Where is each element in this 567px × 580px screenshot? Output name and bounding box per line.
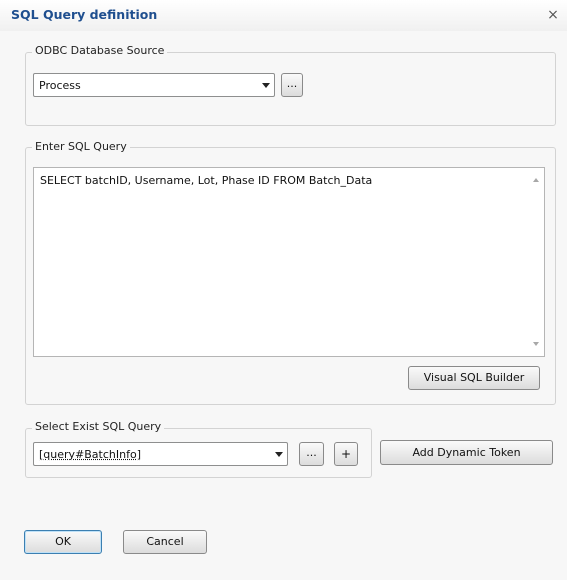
odbc-browse-button[interactable]: ...	[281, 73, 303, 97]
sql-query-text: SELECT batchID, Username, Lot, Phase ID …	[40, 174, 373, 187]
cancel-button[interactable]: Cancel	[123, 530, 207, 554]
chevron-down-icon	[275, 452, 283, 457]
odbc-source-select[interactable]: Process	[33, 73, 275, 97]
odbc-source-value: Process	[39, 79, 81, 92]
visual-sql-builder-button[interactable]: Visual SQL Builder	[408, 366, 540, 390]
close-icon[interactable]: ×	[546, 8, 560, 22]
scroll-down-icon[interactable]	[533, 342, 539, 346]
existing-query-value: [query#BatchInfo]	[39, 448, 141, 461]
ok-button[interactable]: OK	[24, 530, 102, 554]
sql-query-legend: Enter SQL Query	[32, 140, 130, 153]
window-title: SQL Query definition	[11, 7, 158, 22]
sql-query-input[interactable]: SELECT batchID, Username, Lot, Phase ID …	[33, 167, 545, 357]
existing-query-select[interactable]: [query#BatchInfo]	[33, 442, 288, 466]
existing-query-browse-button[interactable]: ...	[299, 442, 324, 466]
scroll-up-icon[interactable]	[533, 178, 539, 182]
title-bar: SQL Query definition ×	[0, 0, 567, 31]
add-dynamic-token-button[interactable]: Add Dynamic Token	[380, 440, 553, 465]
chevron-down-icon	[262, 83, 270, 88]
existing-query-legend: Select Exist SQL Query	[32, 420, 165, 433]
add-query-button[interactable]: +	[334, 442, 358, 466]
odbc-source-legend: ODBC Database Source	[32, 44, 168, 57]
